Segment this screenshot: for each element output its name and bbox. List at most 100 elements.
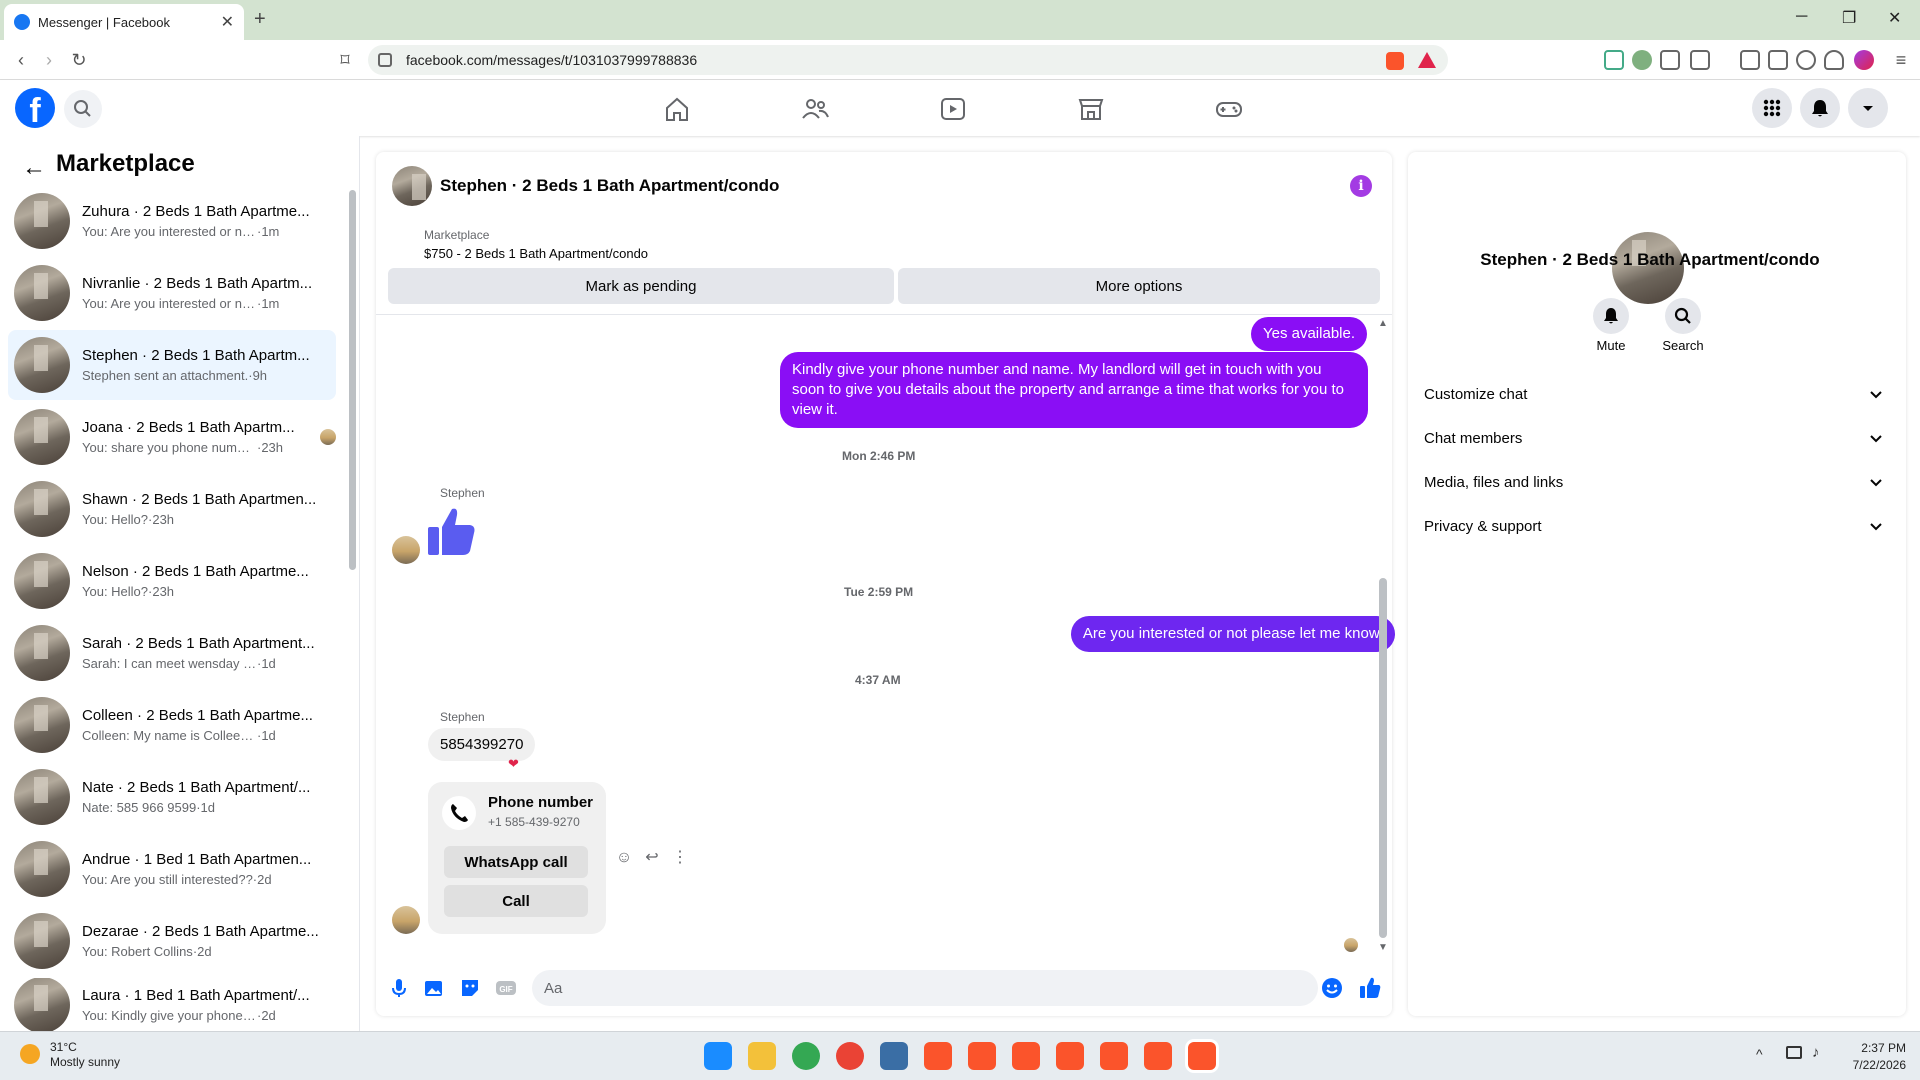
like-icon[interactable] (1358, 976, 1382, 1000)
marketplace-icon[interactable] (1076, 94, 1106, 124)
details-section[interactable]: Chat members (1424, 418, 1884, 458)
conversation-item[interactable]: Stephen · 2 Beds 1 Bath Apartm... Stephen… (8, 330, 336, 400)
tray-chevron-icon[interactable]: ^ (1756, 1046, 1763, 1062)
vpn-icon[interactable] (1824, 50, 1844, 70)
profile-icon[interactable] (1854, 50, 1874, 70)
notepad-icon[interactable] (880, 1042, 908, 1070)
wallet-icon[interactable] (1768, 50, 1788, 70)
conversation-item[interactable]: Zuhura · 2 Beds 1 Bath Apartme... You: Ar… (8, 186, 336, 256)
brave-icon[interactable] (968, 1042, 996, 1070)
scroll-down-icon[interactable]: ▼ (1378, 942, 1388, 953)
volume-icon[interactable]: ♪ (1812, 1044, 1820, 1061)
conversation-item[interactable]: Laura · 1 Bed 1 Bath Apartment/... You: K… (8, 978, 336, 1031)
forward-icon[interactable]: › (38, 49, 60, 71)
avatar[interactable] (392, 166, 432, 206)
chrome-icon[interactable] (792, 1042, 820, 1070)
whatsapp-call-button[interactable]: WhatsApp call (444, 846, 588, 878)
search-in-conversation-button[interactable] (1665, 298, 1701, 334)
scroll-up-icon[interactable]: ▲ (1378, 318, 1388, 329)
avatar[interactable] (392, 906, 420, 934)
back-icon[interactable]: ‹ (10, 49, 32, 71)
menu-icon[interactable]: ≡ (1890, 49, 1912, 71)
tab-icon[interactable] (1690, 50, 1710, 70)
sidebar-icon[interactable] (1740, 50, 1760, 70)
brave-shields-icon[interactable] (1386, 52, 1404, 70)
brave-icon[interactable] (1100, 1042, 1128, 1070)
gaming-icon[interactable] (1214, 94, 1244, 124)
extension-icon[interactable] (1632, 50, 1652, 70)
reload-icon[interactable]: ↻ (68, 49, 90, 71)
account-button[interactable] (1848, 88, 1888, 128)
info-icon[interactable]: i (1350, 175, 1372, 197)
scrollbar[interactable] (1379, 578, 1387, 938)
conversation-item[interactable]: Colleen · 2 Beds 1 Bath Apartme... Collee… (8, 690, 336, 760)
conversation-item[interactable]: Dezarae · 2 Beds 1 Bath Apartme... You: R… (8, 906, 336, 976)
conversation-item[interactable]: Nivranlie · 2 Beds 1 Bath Apartm... You: … (8, 258, 336, 328)
home-icon[interactable] (662, 94, 692, 124)
scrollbar[interactable] (349, 190, 356, 570)
photo-icon[interactable] (422, 976, 446, 1000)
outgoing-message[interactable]: Are you interested or not please let me … (1070, 616, 1395, 652)
listing-title[interactable]: $750 - 2 Beds 1 Bath Apartment/condo (424, 246, 648, 261)
site-info-icon[interactable] (378, 53, 392, 67)
conversation-item[interactable]: Sarah · 2 Beds 1 Bath Apartment... Sarah:… (8, 618, 336, 688)
emoji-icon[interactable] (1320, 976, 1344, 1000)
extensions-puzzle-icon[interactable] (1660, 50, 1680, 70)
more-options-button[interactable]: More options (898, 268, 1380, 304)
conversation-item[interactable]: Nelson · 2 Beds 1 Bath Apartme... You: He… (8, 546, 336, 616)
gif-icon[interactable]: GIF (494, 976, 518, 1000)
chat-title[interactable]: Stephen · 2 Beds 1 Bath Apartment/condo (440, 176, 779, 196)
start-icon[interactable] (704, 1042, 732, 1070)
close-tab-icon[interactable]: ✕ (221, 12, 234, 32)
brave-icon[interactable] (1012, 1042, 1040, 1070)
chrome-profile-icon[interactable] (836, 1042, 864, 1070)
back-arrow-icon[interactable]: ← (22, 154, 46, 182)
file-explorer-icon[interactable] (748, 1042, 776, 1070)
menu-grid-button[interactable] (1752, 88, 1792, 128)
reply-icon[interactable]: ↩ (642, 848, 662, 868)
mark-as-pending-button[interactable]: Mark as pending (388, 268, 894, 304)
weather-widget[interactable]: 31°C Mostly sunny (50, 1040, 120, 1070)
bookmark-icon[interactable]: ⌑ (334, 49, 356, 71)
brave-icon[interactable] (1056, 1042, 1084, 1070)
weather-sun-icon[interactable] (20, 1044, 40, 1064)
details-section[interactable]: Customize chat (1424, 374, 1884, 414)
outgoing-message[interactable]: Kindly give your phone number and name. … (780, 352, 1368, 428)
details-section[interactable]: Media, files and links (1424, 462, 1884, 502)
facebook-logo-icon[interactable]: f (15, 88, 55, 130)
brave-icon[interactable] (924, 1042, 952, 1070)
mute-button[interactable] (1593, 298, 1629, 334)
more-icon[interactable]: ⋮ (670, 848, 690, 868)
sticker-icon[interactable] (458, 976, 482, 1000)
brave-rewards-icon[interactable] (1418, 52, 1436, 68)
close-window-icon[interactable]: ✕ (1888, 8, 1901, 28)
notifications-button[interactable] (1800, 88, 1840, 128)
outgoing-message[interactable]: Yes available. (1250, 317, 1367, 351)
conversation-item[interactable]: Shawn · 2 Beds 1 Bath Apartmen... You: He… (8, 474, 336, 544)
friends-icon[interactable] (800, 94, 830, 124)
heart-reaction-icon[interactable]: ❤ (508, 756, 519, 772)
leo-ai-icon[interactable] (1796, 50, 1816, 70)
clock[interactable]: 2:37 PM 7/22/2026 (1826, 1040, 1906, 1074)
brave-icon[interactable] (1144, 1042, 1172, 1070)
address-bar[interactable]: facebook.com/messages/t/1031037999788836 (368, 45, 1448, 75)
extension-icon[interactable] (1604, 50, 1624, 70)
microphone-icon[interactable] (387, 976, 411, 1000)
browser-tab[interactable]: Messenger | Facebook ✕ (4, 4, 244, 40)
thumbs-up-sticker-icon[interactable] (426, 505, 478, 557)
incoming-message[interactable]: 5854399270 (428, 728, 536, 761)
network-icon[interactable] (1786, 1046, 1802, 1059)
conversation-item[interactable]: Andrue · 1 Bed 1 Bath Apartmen... You: Ar… (8, 834, 336, 904)
call-button[interactable]: Call (444, 885, 588, 917)
message-input[interactable]: Aa (532, 970, 1318, 1006)
avatar[interactable] (392, 536, 420, 564)
restore-icon[interactable]: ❐ (1842, 8, 1856, 28)
details-section[interactable]: Privacy & support (1424, 506, 1884, 546)
new-tab-icon[interactable]: + (254, 8, 266, 31)
conversation-item[interactable]: Joana · 2 Beds 1 Bath Apartm... You: shar… (8, 402, 336, 472)
brave-icon[interactable] (1188, 1042, 1216, 1070)
facebook-search-button[interactable] (64, 90, 102, 128)
minimize-icon[interactable]: ─ (1796, 8, 1807, 26)
video-icon[interactable] (938, 94, 968, 124)
react-icon[interactable]: ☺ (614, 848, 634, 868)
